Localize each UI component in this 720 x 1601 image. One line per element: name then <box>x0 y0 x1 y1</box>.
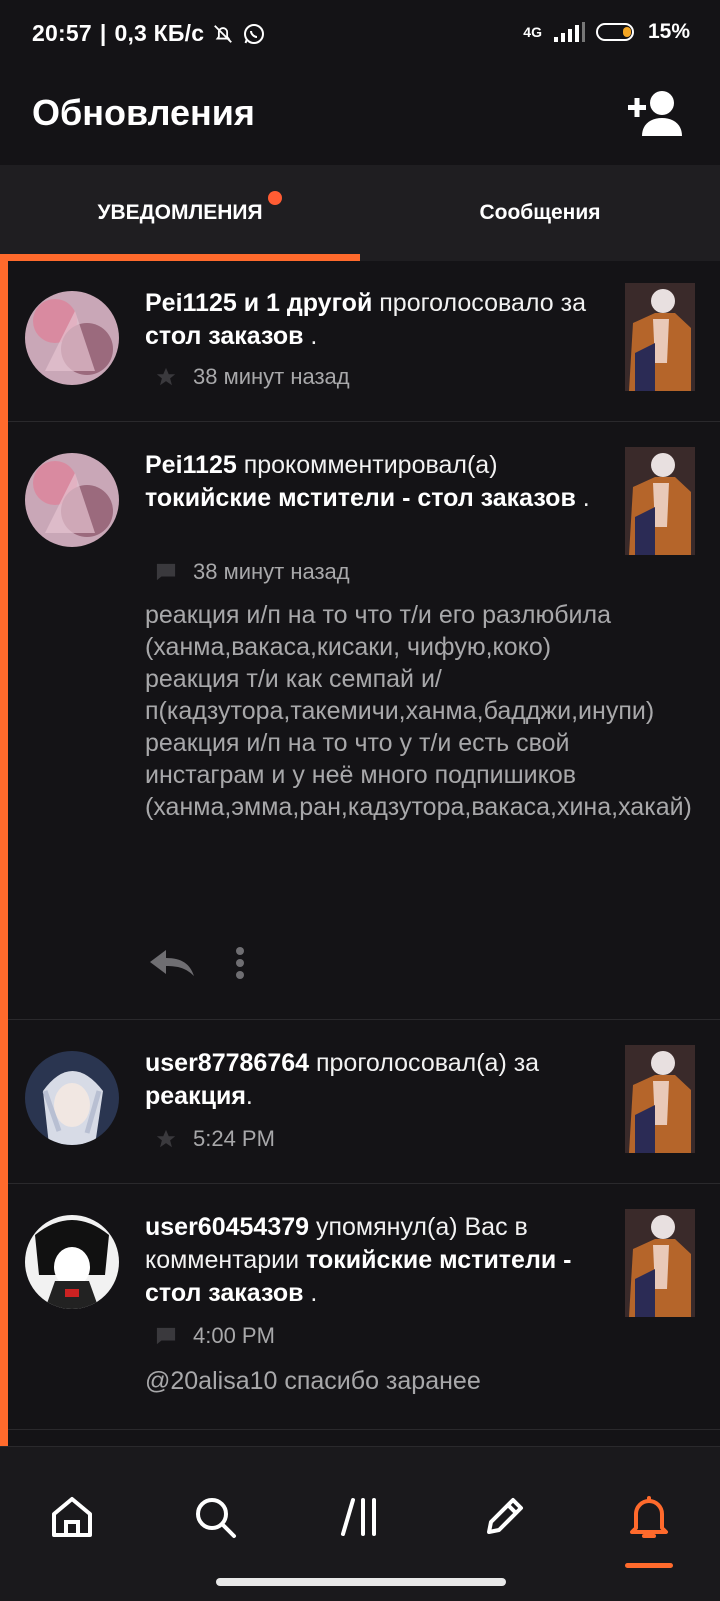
avatar[interactable] <box>25 453 119 547</box>
active-tab-indicator <box>0 254 360 261</box>
notification-user[interactable]: Pei1125 и 1 другой <box>145 289 372 317</box>
notification-item[interactable]: user87786764 проголосовал(а) за реакция.… <box>8 1019 720 1184</box>
tab-notifications-label: УВЕДОМЛЕНИЯ <box>97 201 263 224</box>
home-icon <box>52 1497 92 1537</box>
battery-level: 15% <box>647 20 690 43</box>
comment-icon <box>153 561 179 583</box>
signal-icon <box>553 22 585 42</box>
star-icon <box>153 366 179 388</box>
status-right: 4G 15% <box>523 20 690 44</box>
nav-library[interactable] <box>330 1487 390 1547</box>
battery-icon <box>595 23 634 41</box>
tab-bar: УВЕДОМЛЕНИЯ Сообщения <box>0 165 720 261</box>
network-type: 4G <box>523 24 542 40</box>
nav-home[interactable] <box>42 1487 102 1547</box>
nav-write[interactable] <box>474 1487 534 1547</box>
notification-target[interactable]: стол заказов <box>145 322 303 350</box>
comment-preview[interactable]: реакция и/п на то что т/и его разлюбила … <box>145 599 692 823</box>
more-options-icon[interactable] <box>234 946 246 980</box>
avatar[interactable] <box>25 291 119 385</box>
whatsapp-icon <box>244 23 265 44</box>
nav-search[interactable] <box>185 1487 245 1547</box>
notification-meta: 38 минут назад <box>153 364 350 390</box>
mute-bell-icon <box>214 24 233 43</box>
avatar-image <box>25 1215 119 1309</box>
status-left: 20:57 | 0,3 КБ/с <box>32 20 266 47</box>
bell-icon <box>630 1496 668 1538</box>
nav-active-indicator <box>625 1563 673 1568</box>
avatar-image <box>25 453 119 547</box>
avatar[interactable] <box>25 1051 119 1145</box>
notification-user[interactable]: user60454379 <box>145 1213 309 1241</box>
status-speed: 0,3 КБ/с <box>114 20 205 46</box>
nav-notifications[interactable] <box>619 1487 679 1547</box>
status-bar: 20:57 | 0,3 КБ/с 4G 15% <box>0 0 720 70</box>
library-icon <box>341 1498 376 1536</box>
system-home-indicator[interactable] <box>216 1578 506 1586</box>
notification-time: 5:24 PM <box>193 1126 275 1151</box>
pencil-icon <box>487 1498 523 1534</box>
avatar[interactable] <box>25 1215 119 1309</box>
avatar-image <box>25 1051 119 1145</box>
story-cover-thumbnail[interactable] <box>625 447 695 555</box>
notification-text: Pei1125 и 1 другой проголосовало за стол… <box>145 289 586 350</box>
notification-user[interactable]: Pei1125 <box>145 451 237 479</box>
story-cover-thumbnail[interactable] <box>625 283 695 391</box>
page-title: Обновления <box>32 92 255 133</box>
story-cover-thumbnail[interactable] <box>625 1209 695 1317</box>
add-user-icon <box>628 91 682 136</box>
add-friend-button[interactable] <box>626 88 684 138</box>
story-cover-thumbnail[interactable] <box>625 1045 695 1153</box>
notification-meta: 4:00 PM <box>153 1323 275 1349</box>
comment-preview[interactable]: @20alisa10 спасибо заранее <box>145 1365 615 1397</box>
notification-time: 4:00 PM <box>193 1323 275 1348</box>
tab-messages-label: Сообщения <box>479 201 601 224</box>
notification-target[interactable]: токийские мстители - стол заказов <box>145 484 576 512</box>
unread-badge <box>268 191 282 205</box>
notification-user[interactable]: user87786764 <box>145 1049 309 1077</box>
status-time: 20:57 <box>32 20 92 46</box>
search-icon <box>196 1498 236 1538</box>
notification-text: user60454379 упомянул(а) Вас в комментар… <box>145 1213 572 1307</box>
comment-icon <box>153 1325 179 1347</box>
notification-target[interactable]: реакция <box>145 1082 246 1110</box>
notification-time: 38 минут назад <box>193 364 350 389</box>
tab-messages[interactable]: Сообщения <box>360 165 720 261</box>
unread-accent-bar <box>0 261 8 1446</box>
comment-actions <box>148 946 246 980</box>
notification-item[interactable]: Pei1125 и 1 другой проголосовало за стол… <box>8 261 720 422</box>
notification-text: user87786764 проголосовал(а) за реакция. <box>145 1049 540 1110</box>
tab-notifications[interactable]: УВЕДОМЛЕНИЯ <box>0 165 360 261</box>
notification-item[interactable]: Pei1125 прокомментировал(а) токийские мс… <box>8 421 720 1020</box>
notification-meta: 5:24 PM <box>153 1126 275 1152</box>
app-bar: Обновления <box>0 70 720 165</box>
avatar-image <box>25 291 119 385</box>
reply-icon[interactable] <box>148 948 196 978</box>
star-icon <box>153 1128 179 1150</box>
notification-text: Pei1125 прокомментировал(а) токийские мс… <box>145 451 590 512</box>
notification-meta: 38 минут назад <box>153 559 350 585</box>
notification-item[interactable]: user60454379 упомянул(а) Вас в комментар… <box>8 1183 720 1430</box>
notification-list: Pei1125 и 1 другой проголосовало за стол… <box>0 261 720 1446</box>
notification-time: 38 минут назад <box>193 559 350 584</box>
